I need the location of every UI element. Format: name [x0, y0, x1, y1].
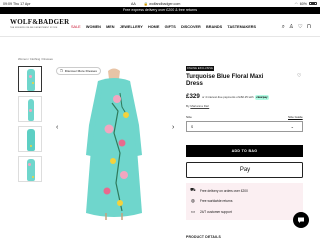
size-value: S: [191, 124, 194, 129]
thumbnail-side[interactable]: [18, 96, 42, 122]
by-prefix: By: [186, 104, 190, 108]
menu-item-discover[interactable]: DISCOVER: [181, 25, 201, 29]
thumbnail-list: [18, 66, 42, 182]
flower-motif: [32, 176, 34, 178]
search-icon[interactable]: ⌕: [282, 24, 285, 31]
flower-motif: [28, 163, 31, 166]
menu-item-women[interactable]: WOMEN: [86, 25, 101, 29]
menu-item-sale[interactable]: SALE: [71, 25, 81, 29]
benefit-item: ▭ 24/7 customer support: [190, 207, 299, 218]
bag-icon[interactable]: ⊓: [307, 24, 311, 31]
wishlist-icon[interactable]: ♡: [298, 24, 303, 31]
battery-percent: 60%: [299, 1, 307, 6]
main-menu: SALE WOMEN MEN JEWELLERY HOME GIFTS DISC…: [71, 25, 256, 29]
menu-item-gifts[interactable]: GIFTS: [165, 25, 176, 29]
flower-motif: [29, 109, 32, 112]
apple-pay-button[interactable]: Pay: [186, 162, 303, 178]
clearpay-badge[interactable]: clearpay: [254, 95, 270, 100]
size-label: Size: [186, 115, 192, 119]
address-bar[interactable]: 🔒 wolfandbadger.com: [142, 2, 182, 6]
discover-more-button[interactable]: ❐ Discover More Dresses: [56, 67, 101, 75]
dress-figure: [27, 129, 35, 151]
designer-link[interactable]: Marianna Déri: [190, 104, 209, 108]
menu-item-home[interactable]: HOME: [148, 25, 159, 29]
dress-illustration: [86, 68, 142, 220]
globe-icon: ◍: [191, 198, 195, 204]
discover-label: Discover More Dresses: [64, 69, 97, 73]
benefit-label: Free delivery on orders over £200: [200, 188, 248, 193]
dress-figure: [27, 69, 35, 91]
flower-motif: [32, 82, 34, 84]
breadcrumb[interactable]: Women / Clothing / Dresses: [18, 57, 53, 61]
text-size-button[interactable]: AA: [131, 2, 136, 6]
size-guide-link[interactable]: Size Guide: [288, 115, 303, 119]
status-right: ◠ 60%: [295, 2, 317, 6]
layers-icon: ❐: [60, 69, 63, 73]
brand-tagline: THE MODERN ONLINE DEPARTMENT STORE: [10, 26, 58, 29]
thumbnail-back[interactable]: [18, 126, 42, 152]
status-bar: 09:09 Thu 17 Apr AA 🔒 wolfandbadger.com …: [0, 0, 320, 7]
apple-pay-label: Pay: [239, 167, 251, 173]
size-select[interactable]: S ⌄: [186, 121, 303, 132]
promo-banner[interactable]: Free express delivery over £200 & free r…: [0, 7, 320, 14]
installments-text: or 4 interest-free payments of £82.25 wi…: [202, 95, 254, 100]
next-image-arrow[interactable]: ›: [172, 124, 174, 131]
add-to-bag-button[interactable]: ADD TO BAG: [186, 145, 303, 157]
thumbnail-front[interactable]: [18, 66, 42, 92]
truck-icon: ⛟: [190, 187, 196, 193]
online-exclusive-badge: ONLINE EXCLUSIVE: [186, 66, 214, 71]
battery-icon: [309, 1, 317, 6]
flower-motif: [29, 75, 32, 78]
product-title: Turquoise Blue Floral Maxi Dress: [186, 73, 264, 88]
product-details-heading[interactable]: PRODUCT DETAILS: [186, 235, 221, 239]
benefits-box: ⛟ Free delivery on orders over £200 ◍ Fr…: [186, 183, 303, 220]
flower-motif: [30, 145, 32, 147]
chat-bubble-icon: [298, 217, 304, 223]
benefit-item: ◍ Free worldwide returns: [190, 196, 299, 207]
chevron-down-icon: ⌄: [290, 124, 294, 129]
status-time: 09:09 Thu 17 Apr: [3, 1, 31, 6]
header-icons: ⌕ ♙ ♡ ⊓: [282, 24, 311, 31]
product-price: £329: [186, 93, 200, 100]
designer-line: By Marianna Déri: [186, 104, 209, 108]
product-image[interactable]: [62, 63, 167, 223]
menu-item-tastemakers[interactable]: TASTEMAKERS: [227, 25, 256, 29]
brand-name: WOLF&BADGER: [10, 18, 70, 26]
site-header: WOLF&BADGER THE MODERN ONLINE DEPARTMENT…: [0, 14, 320, 37]
thumbnail-detail[interactable]: [18, 156, 42, 182]
benefit-label: 24/7 customer support: [200, 209, 232, 214]
menu-item-brands[interactable]: BRANDS: [206, 25, 222, 29]
wifi-icon: ◠: [294, 1, 298, 6]
chat-icon: ▭: [190, 208, 196, 214]
chat-button[interactable]: [293, 212, 309, 228]
benefit-item: ⛟ Free delivery on orders over £200: [190, 186, 299, 197]
menu-item-jewellery[interactable]: JEWELLERY: [120, 25, 143, 29]
heart-icon[interactable]: ♡: [297, 73, 301, 79]
prev-image-arrow[interactable]: ‹: [56, 124, 58, 131]
benefit-label: Free worldwide returns: [200, 199, 233, 204]
brand-logo[interactable]: WOLF&BADGER THE MODERN ONLINE DEPARTMENT…: [10, 18, 69, 29]
menu-item-men[interactable]: MEN: [106, 25, 114, 29]
account-icon[interactable]: ♙: [289, 24, 294, 31]
installments-info: or 4 interest-free payments of £82.25 wi…: [202, 95, 270, 100]
